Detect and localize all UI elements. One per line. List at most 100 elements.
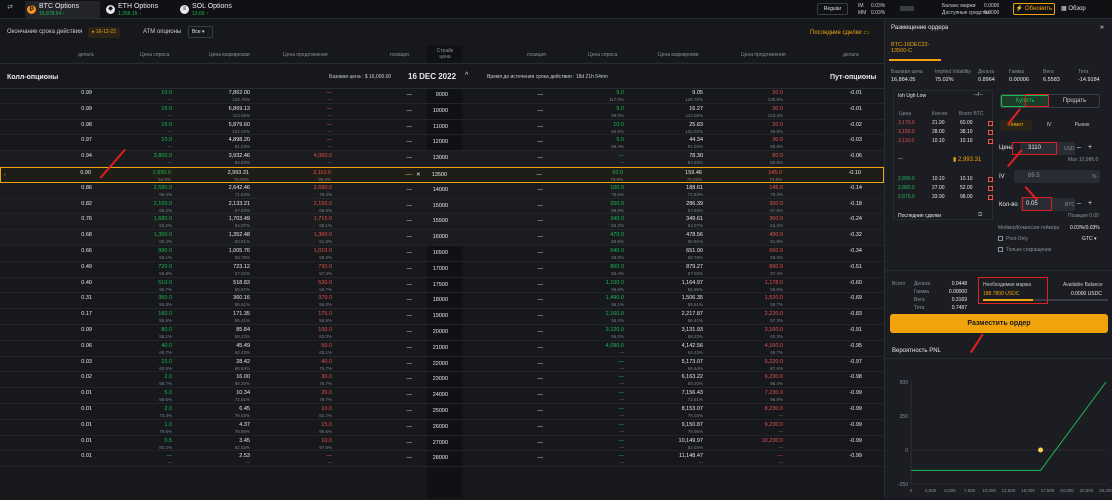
cell-pb[interactable]: — <box>619 422 625 428</box>
cell-pa[interactable]: 5,220.0 <box>765 359 783 365</box>
cell-pa[interactable]: 6,230.0 <box>765 374 783 380</box>
collapse-panel-icon[interactable]: » <box>1100 24 1104 31</box>
cell-ca[interactable]: 15.0 <box>321 422 332 428</box>
cell-pa[interactable]: 360.0 <box>769 216 783 222</box>
cell-pa[interactable]: 9,230.0 <box>765 422 783 428</box>
cell-pb[interactable]: — <box>619 374 625 380</box>
cell-ca[interactable]: 10.0 <box>321 438 332 444</box>
cell-pb[interactable]: 5.0 <box>616 90 624 96</box>
cell-ca[interactable]: 20.0 <box>321 390 332 396</box>
cell-ca[interactable]: 100.0 <box>318 327 332 333</box>
cell-pa[interactable]: 890.0 <box>769 264 783 270</box>
table-row[interactable]: 0.82 2,100.0 66.2% 2,133.21 67.93% 2,150.0 69.… <box>0 198 884 215</box>
close-icon[interactable]: ✕ <box>416 172 421 178</box>
cell-ca[interactable]: — <box>327 122 333 128</box>
cell-pa[interactable]: 490.0 <box>769 232 783 238</box>
cell-pb[interactable]: 250.0 <box>610 201 624 207</box>
cell-pb[interactable]: 340.0 <box>610 216 624 222</box>
cell-cb[interactable]: 2,580.0 <box>154 185 172 191</box>
cell-cb[interactable]: 5.0 <box>164 390 172 396</box>
post-only-checkbox[interactable] <box>998 236 1003 241</box>
table-row[interactable]: 0.03 15.0 60.5% 28.42 66.64% 40.0 76.7% 22000— —… <box>0 357 884 373</box>
swap-icon[interactable]: ⇄ <box>4 3 16 15</box>
table-row[interactable]: 0.01 2.0 73.3% 6.45 76.03% 10.0 82.7% 25000— —8,… <box>0 404 884 420</box>
cell-ca[interactable]: — <box>327 90 333 96</box>
cell-cb[interactable]: 1.0 <box>164 422 172 428</box>
table-row[interactable]: 0.99 15.0—6,869.13 113.06% — —10000 5.0 99.0% 1… <box>0 104 884 120</box>
table-row[interactable]: 0.17 160.0 55.6% 171.35 56.41% 175.0 56.6% 1900… <box>0 309 884 325</box>
cell-pa[interactable]: 20.0 <box>772 122 783 128</box>
cell-pb[interactable]: 2,160.0 <box>606 311 624 317</box>
table-row[interactable]: 0.01 0.5 80.2% 3.45 82.03% 10.0 97.5% 27000— —10… <box>0 436 884 452</box>
tab-btc-options[interactable]: ₿ BTC Options 16,878.54 ↑ <box>25 1 100 18</box>
cell-pb[interactable]: 640.0 <box>610 248 624 254</box>
cell-ca[interactable]: 2,150.0 <box>314 201 332 207</box>
place-order-button[interactable]: Разместить ордер <box>890 314 1108 333</box>
cell-cb[interactable]: 990.0 <box>158 248 172 254</box>
cell-cb[interactable]: 2.0 <box>164 406 172 412</box>
cell-pa[interactable]: 145.0 <box>768 170 782 176</box>
cell-ca[interactable]: 1,715.0 <box>314 216 332 222</box>
cell-cb[interactable]: — <box>167 453 173 459</box>
recent-trades-link[interactable]: Последние сделки ▭ <box>810 29 869 36</box>
table-row[interactable]: 0.90 2,890.0 54.0% 2,993.31 75.02% 3,110.0 90.… <box>0 167 884 183</box>
cell-pa[interactable]: 10,230.0 <box>762 438 783 444</box>
cell-pb[interactable]: — <box>619 390 625 396</box>
expand-icon[interactable]: ⧉ <box>978 212 982 219</box>
order-type-limit[interactable]: Лимит <box>1000 120 1032 131</box>
cell-pb[interactable]: 470.0 <box>610 232 624 238</box>
cell-pb[interactable]: 50.0 <box>612 170 623 176</box>
order-type-market[interactable]: Рынок <box>1066 120 1098 131</box>
order-book-row[interactable]: 3,170.0 21.90 60.00 <box>898 120 993 127</box>
gtc-select[interactable]: GTC ▾ <box>1082 236 1096 242</box>
cell-pa[interactable]: 20.0 <box>772 90 783 96</box>
order-type-iv[interactable]: IV <box>1033 120 1065 131</box>
cell-pa[interactable]: 1,178.0 <box>765 280 783 286</box>
cell-cb[interactable]: 160.0 <box>158 311 172 317</box>
refresh-button[interactable]: ⚡ Обновить <box>1013 3 1055 15</box>
cell-cb[interactable]: 40.0 <box>161 343 172 349</box>
cell-ca[interactable]: 40.0 <box>321 359 332 365</box>
table-row[interactable]: 0.66 990.0 58.1% 1,005.76 58.78% 1,010.0 59.0%… <box>0 246 884 262</box>
cell-ca[interactable]: 1,010.0 <box>314 248 332 254</box>
regular-mode-button[interactable]: Regular <box>817 3 848 15</box>
price-decrement-icon[interactable]: – <box>1077 144 1081 151</box>
cell-cb[interactable]: 2,890.0 <box>153 170 171 176</box>
table-row[interactable]: 0.02 2.0 59.7% 16.00 69.20% 30.0 76.7% 23000— —6… <box>0 372 884 389</box>
reduce-only-checkbox[interactable] <box>998 247 1003 252</box>
cell-ca[interactable]: — <box>327 106 333 112</box>
cell-ca[interactable]: 2,690.0 <box>314 185 332 191</box>
cell-ca[interactable]: — <box>327 137 333 143</box>
cell-pb[interactable]: — <box>619 153 625 159</box>
table-row[interactable]: 0.86 2,580.0 56.4% 2,642.46 71.53% 2,690.0 76.… <box>0 182 884 199</box>
cell-cb[interactable]: 2.0 <box>164 374 172 380</box>
order-book-row[interactable]: 2,880.0 27.00 52.00 <box>898 185 993 192</box>
cell-ca[interactable]: 175.0 <box>318 311 332 317</box>
order-book-row[interactable]: 3,110.0 10.10 10.10 <box>898 138 993 145</box>
cell-pa[interactable]: 7,230.0 <box>765 390 783 396</box>
cell-pa[interactable]: 2,230.0 <box>765 311 783 317</box>
cell-cb[interactable]: 0.5 <box>164 438 172 444</box>
cell-pa[interactable]: 300.0 <box>769 201 783 207</box>
cell-pb[interactable]: 10.0 <box>613 122 624 128</box>
cell-pa[interactable]: 80.0 <box>772 153 783 159</box>
table-row[interactable]: 0.98 15.0—5,879.60 102.02% — —11000 10.0 94.8%… <box>0 120 884 136</box>
table-row[interactable]: 0.40 510.0 55.7% 518.83 55.97% 530.0 56.7% 1750… <box>0 278 884 294</box>
cell-ca[interactable]: 730.0 <box>318 264 332 270</box>
cell-ca[interactable]: 10.0 <box>321 406 332 412</box>
order-book-row[interactable]: 2,890.0 10.10 10.10 <box>898 176 993 183</box>
cell-ca[interactable]: 4,050.0 <box>314 153 332 159</box>
cell-pb[interactable]: 4,090.0 <box>606 343 624 349</box>
cell-cb[interactable]: 510.0 <box>158 280 172 286</box>
iv-input[interactable]: 89.5 % <box>1014 170 1100 183</box>
atm-select[interactable]: Все ▾ <box>188 26 213 38</box>
review-button[interactable]: ▦ Обзор <box>1061 3 1093 15</box>
cell-pb[interactable]: 1,150.0 <box>606 280 624 286</box>
cell-pb[interactable]: 860.0 <box>610 264 624 270</box>
cell-cb[interactable]: 15.0 <box>161 122 172 128</box>
cell-pa[interactable]: 3,160.0 <box>765 327 783 333</box>
cell-pa[interactable]: 660.0 <box>769 248 783 254</box>
table-row[interactable]: 0.99 10.0—7,862.00 126.70% — —9000 5.0 117.0% 9… <box>0 88 884 104</box>
table-row[interactable]: 0.06 40.0 60.7% 45.49 62.43% 50.0 63.1% 21000 4,… <box>0 341 884 357</box>
cell-cb[interactable]: 10.0 <box>161 137 172 143</box>
